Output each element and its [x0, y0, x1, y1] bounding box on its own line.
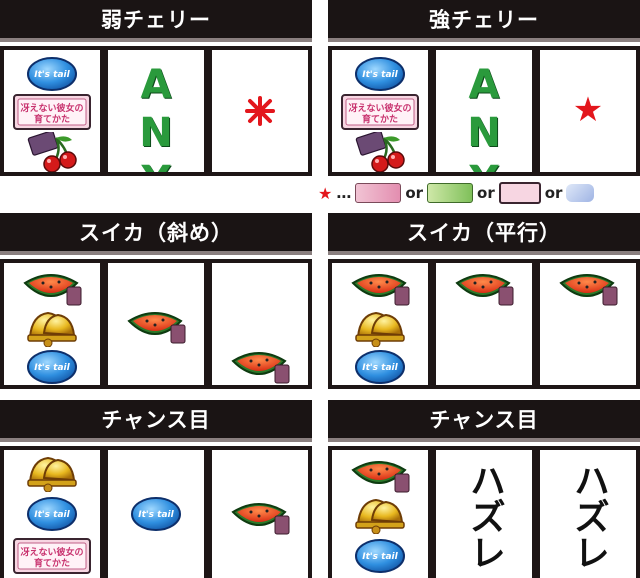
watermelon-symbol-icon [232, 503, 290, 535]
panel-watermelon-flat: スイカ（平行） [328, 213, 640, 393]
cherry-symbol-icon [26, 132, 78, 172]
reel-strip [0, 446, 312, 578]
miss-label: ハズレ [464, 462, 505, 570]
watermelon-symbol-icon [232, 352, 290, 384]
logo-mini-symbol-icon [498, 182, 541, 204]
left-reel [332, 450, 428, 578]
left-reel [4, 263, 100, 385]
watermelon-symbol-icon [352, 461, 410, 493]
right-reel [212, 263, 308, 385]
panel-title: チャンス目 [0, 400, 312, 442]
watermelon-symbol-icon [128, 312, 186, 344]
any-label: ANY [461, 62, 507, 172]
panel-title: 強チェリー [328, 0, 640, 42]
character-b-symbol-icon [427, 183, 474, 203]
reel-strip: ハズレ ハズレ [328, 446, 640, 578]
watermelon-symbol-icon [24, 274, 82, 306]
legend-or: or [477, 184, 495, 202]
character-a-symbol-icon [355, 183, 402, 203]
logo-symbol-icon [341, 94, 419, 130]
replay-symbol-icon [355, 57, 405, 91]
legend-or: or [405, 184, 424, 202]
right-reel [540, 263, 636, 385]
panel-weak-cherry: 弱チェリー ANY [0, 0, 312, 180]
bell-symbol-icon [355, 312, 405, 347]
center-reel [108, 263, 204, 385]
left-reel [4, 50, 100, 172]
left-reel [4, 450, 100, 578]
logo-symbol-icon [13, 538, 91, 574]
legend-ellipsis: … [336, 184, 352, 202]
replay-symbol-icon [131, 497, 181, 531]
reel-strip [328, 259, 640, 389]
right-reel: ハズレ [540, 450, 636, 578]
star-icon: ★ [318, 183, 333, 203]
panel-watermelon-diagonal: スイカ（斜め） [0, 213, 312, 393]
x-mark-icon [245, 96, 275, 126]
left-reel [332, 50, 428, 172]
right-reel: ★ [540, 50, 636, 172]
center-reel [108, 450, 204, 578]
watermelon-symbol-icon [352, 274, 410, 306]
right-reel [212, 450, 308, 578]
panel-chance-left: チャンス目 [0, 400, 312, 578]
left-reel [332, 263, 428, 385]
panel-strong-cherry: 強チェリー ANY ★ [328, 0, 640, 180]
center-reel [436, 263, 532, 385]
cherry-symbol-icon [354, 132, 406, 172]
panel-title: チャンス目 [328, 400, 640, 442]
reel-strip: ANY ★ [328, 46, 640, 176]
replay-symbol-icon [355, 539, 405, 573]
any-label: ANY [133, 62, 179, 172]
watermelon-symbol-icon [456, 274, 514, 306]
panel-title: スイカ（斜め） [0, 213, 312, 255]
bell-symbol-icon [355, 499, 405, 534]
center-reel: ANY [108, 50, 204, 172]
star-legend: ★ … or or or [318, 181, 640, 205]
reel-strip [0, 259, 312, 389]
right-reel [212, 50, 308, 172]
logo-symbol-icon [13, 94, 91, 130]
center-reel: ハズレ [436, 450, 532, 578]
center-reel: ANY [436, 50, 532, 172]
star-icon: ★ [572, 90, 604, 130]
replay-symbol-icon [355, 350, 405, 384]
bell-symbol-icon [27, 457, 77, 492]
reel-strip: ANY [0, 46, 312, 176]
miss-label: ハズレ [568, 462, 609, 570]
panel-chance-right: チャンス目 ハズレ ハズレ [328, 400, 640, 578]
watermelon-symbol-icon [560, 274, 618, 306]
ribbon-symbol-icon [566, 184, 595, 202]
replay-symbol-icon [27, 57, 77, 91]
legend-or: or [544, 184, 563, 202]
bell-symbol-icon [27, 312, 77, 347]
panel-title: 弱チェリー [0, 0, 312, 42]
replay-symbol-icon [27, 350, 77, 384]
panel-title: スイカ（平行） [328, 213, 640, 255]
replay-symbol-icon [27, 497, 77, 531]
